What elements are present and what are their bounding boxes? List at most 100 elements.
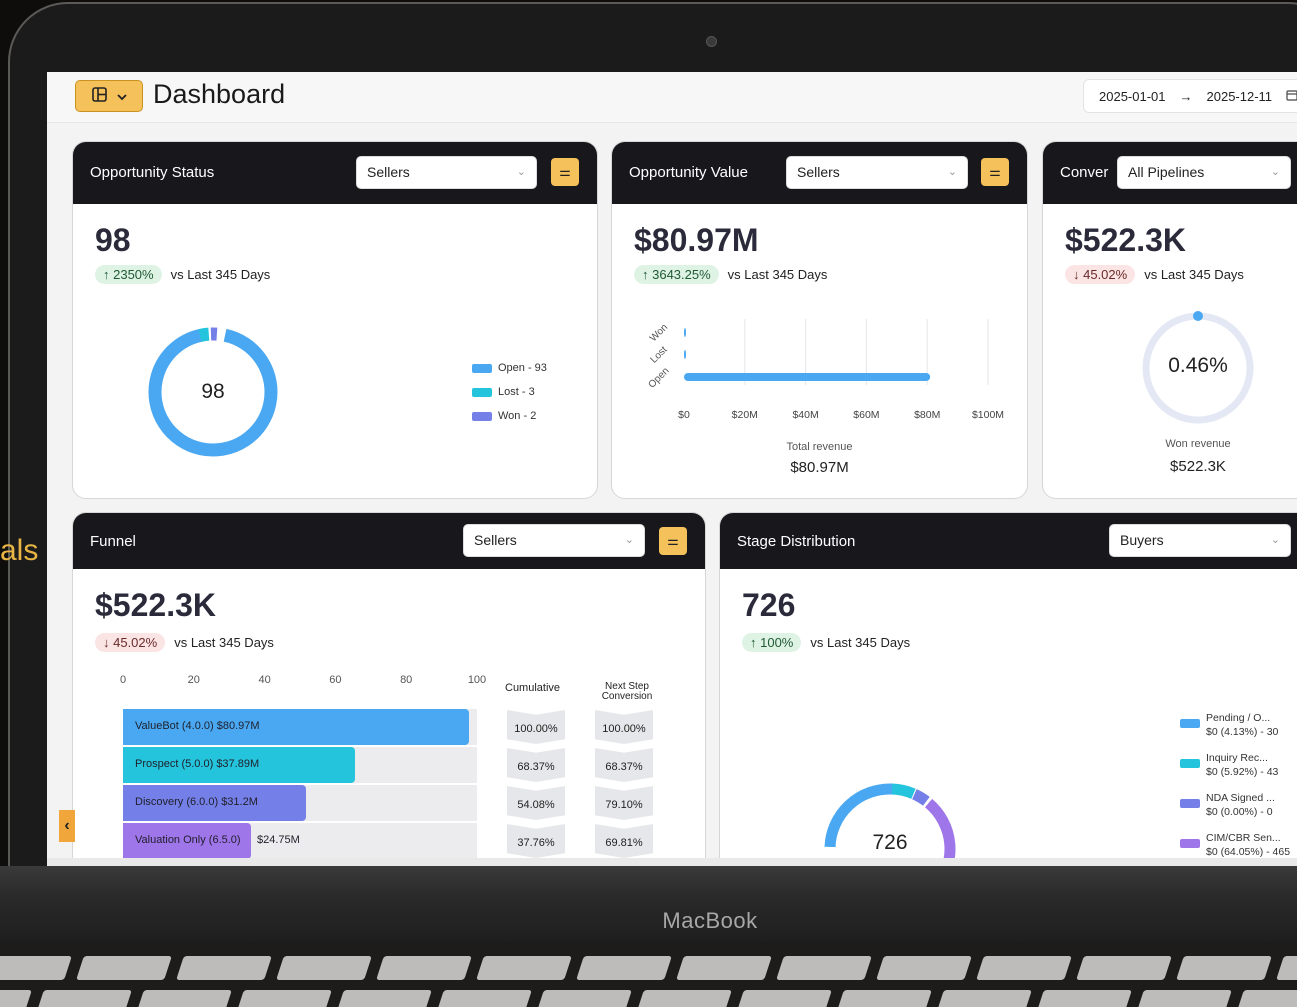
change-badge: ↓ 45.02%: [95, 633, 166, 652]
legend-label: Won - 2: [498, 410, 537, 422]
sliders-icon: ⚌: [989, 164, 1001, 179]
legend-swatch: [472, 387, 492, 397]
key: [36, 990, 132, 1007]
select-value: Sellers: [474, 532, 517, 548]
legend-stage-detail: $0 (0.00%) - 0: [1206, 806, 1273, 818]
x-tick-label: $40M: [792, 409, 818, 421]
compare-text: vs Last 345 Days: [174, 635, 274, 650]
cumulative-value: 68.37%: [507, 748, 565, 782]
gauge-indicator: [1193, 311, 1203, 321]
legend-label: Lost - 3: [498, 386, 535, 398]
legend-text: NDA Signed ... $0 (0.00%) - 0: [1206, 791, 1275, 819]
chevron-down-icon: ⌄: [947, 166, 957, 178]
funnel-bar-label: Prospect (5.0.0) $37.89M: [135, 758, 260, 770]
chevron-down-icon: [116, 88, 127, 104]
key: [376, 956, 472, 980]
next-step-value: 100.00%: [595, 710, 653, 744]
legend-stage-detail: $0 (5.92%) - 43: [1206, 766, 1279, 778]
cumulative-value: 100.00%: [507, 710, 565, 744]
axis-tick-label: 60: [329, 674, 342, 686]
key: [76, 956, 172, 980]
legend-swatch: [472, 411, 492, 421]
key: [576, 956, 672, 980]
key: [876, 956, 972, 980]
key: [0, 956, 72, 980]
funnel-row[interactable]: Discovery (6.0.0) $31.2M: [123, 785, 477, 821]
axis-tick-label: 40: [258, 674, 271, 686]
compare-text: vs Last 345 Days: [727, 267, 828, 282]
key: [1036, 990, 1132, 1007]
metric-value: 98: [95, 222, 131, 258]
layout-icon: [91, 87, 107, 105]
select-value: Buyers: [1120, 532, 1164, 548]
funnel-bar-label: Discovery (6.0.0) $31.2M: [135, 796, 258, 808]
key: [436, 990, 532, 1007]
key: [176, 956, 272, 980]
next-step-line-2: Conversion: [601, 691, 653, 702]
legend-text: CIM/CBR Sen... $0 (64.05%) - 465: [1206, 831, 1290, 859]
change-badge: ↑ 3643.25%: [634, 265, 719, 284]
legend-text: Inquiry Rec... $0 (5.92%) - 43: [1206, 751, 1278, 779]
pipeline-select[interactable]: All Pipelines ⌄: [1117, 156, 1291, 189]
cumulative-value: 54.08%: [507, 786, 565, 820]
funnel-row[interactable]: Valuation Only (6.5.0) $24.75M: [123, 823, 477, 859]
collapse-sidebar-button[interactable]: ‹: [59, 810, 75, 842]
next-step-value: 79.10%: [595, 786, 653, 820]
seller-select[interactable]: Sellers ⌄: [356, 156, 537, 189]
sliders-icon: ⚌: [667, 533, 679, 548]
funnel-row[interactable]: ValueBot (4.0.0) $80.97M: [123, 709, 477, 745]
compare-text: vs Last 345 Days: [810, 635, 911, 650]
legend-stage-detail: $0 (64.05%) - 465: [1206, 846, 1291, 858]
metric-value: $522.3K: [95, 587, 216, 623]
key: [536, 990, 632, 1007]
axis-tick-label: 20: [187, 674, 200, 686]
legend-item-won: Won - 2: [472, 410, 536, 422]
key: [0, 990, 32, 1007]
filter-button[interactable]: ⚌: [981, 158, 1009, 186]
card-title: Funnel: [90, 533, 136, 550]
select-value: All Pipelines: [1128, 164, 1205, 180]
filter-button[interactable]: ⚌: [659, 527, 687, 555]
card-title: Opportunity Status: [90, 164, 215, 181]
chevron-down-icon: ⌄: [1270, 534, 1280, 546]
won-revenue-label: Won revenue: [1165, 438, 1231, 450]
select-value: Sellers: [797, 164, 840, 180]
bar-won: [684, 328, 686, 337]
metric-value: $522.3K: [1065, 222, 1186, 258]
background-text: als: [0, 534, 39, 567]
key: [776, 956, 872, 980]
key: [276, 956, 372, 980]
date-range-picker[interactable]: 2025-01-01 → 2025-12-11: [1083, 79, 1297, 113]
dashboard-screen: Dashboard 2025-01-01 → 2025-12-11 Opport…: [47, 72, 1297, 860]
card-header: Stage Distribution Buyers ⌄: [720, 513, 1297, 569]
y-category-label: Won: [648, 322, 670, 344]
x-tick-label: $0: [678, 409, 690, 421]
next-step-header: Next Step Conversion: [593, 682, 661, 702]
funnel-bar-label: Valuation Only (6.5.0): [135, 834, 241, 846]
buyer-select[interactable]: Buyers ⌄: [1109, 524, 1291, 557]
legend-swatch: [1180, 799, 1200, 808]
key: [1276, 956, 1297, 980]
change-badge: ↑ 2350%: [95, 265, 162, 284]
arrow-right-icon: →: [1179, 88, 1193, 104]
legend-swatch: [1180, 719, 1200, 728]
change-badge: ↓ 45.02%: [1065, 265, 1136, 284]
opportunity-status-card: Opportunity Status Sellers ⌄ ⚌ 98 ↑ 2350…: [72, 141, 598, 499]
funnel-card: Funnel Sellers ⌄ ⚌ $522.3K ↓ 45.02% vs L…: [72, 512, 706, 860]
legend-stage-name: Pending / O...: [1206, 712, 1271, 724]
key: [1236, 990, 1297, 1007]
seller-select[interactable]: Sellers ⌄: [463, 524, 645, 557]
trend-row: ↓ 45.02% vs Last 345 Days: [95, 633, 274, 652]
filter-button[interactable]: ⚌: [551, 158, 579, 186]
key: [476, 956, 572, 980]
next-step-value: 68.37%: [595, 748, 653, 782]
seller-select[interactable]: Sellers ⌄: [786, 156, 968, 189]
layout-toggle-button[interactable]: [75, 80, 143, 112]
key: [1136, 990, 1232, 1007]
legend-stage-name: NDA Signed ...: [1206, 792, 1275, 804]
legend-text: Pending / O... $0 (4.13%) - 30: [1206, 711, 1278, 739]
funnel-row[interactable]: Prospect (5.0.0) $37.89M: [123, 747, 477, 783]
cumulative-value: 37.76%: [507, 824, 565, 858]
x-tick-label: $60M: [853, 409, 879, 421]
key: [136, 990, 232, 1007]
